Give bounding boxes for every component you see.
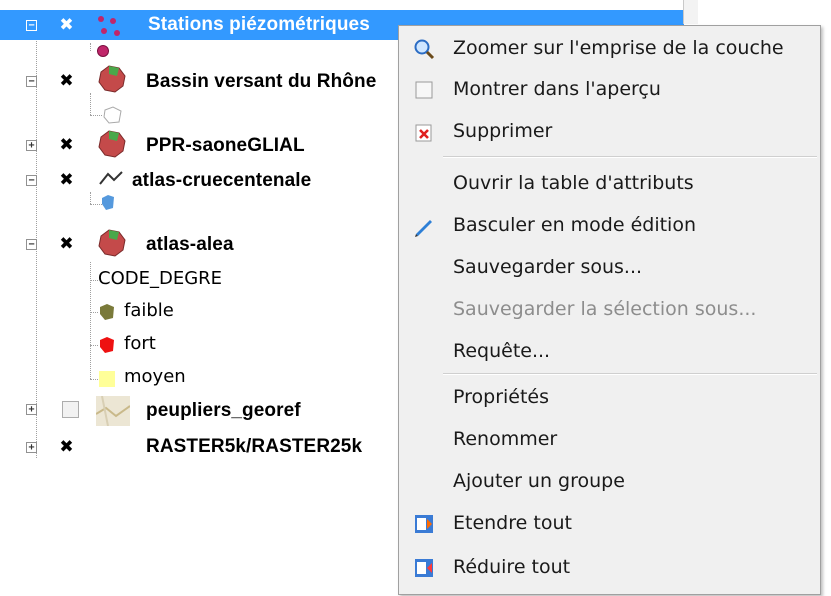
remove-icon [415, 124, 432, 142]
polygon-layer-icon [98, 130, 126, 158]
raster-layer-icon [96, 396, 130, 426]
menu-item-label: Sauvegarder sous... [453, 256, 643, 278]
polygon-layer-icon [98, 229, 126, 257]
menu-item-label: Etendre tout [453, 512, 572, 534]
menu-item-save-as[interactable]: Sauvegarder sous... [399, 248, 820, 286]
collapse-all-icon [415, 559, 433, 577]
menu-separator [443, 156, 817, 158]
menu-item-label: Renommer [453, 428, 558, 450]
layer-visibility-checkbox[interactable]: ✖ [58, 137, 75, 154]
menu-item-rename[interactable]: Renommer [399, 420, 820, 458]
menu-separator [443, 373, 817, 375]
layer-label: atlas-cruecentenale [132, 170, 312, 191]
collapse-toggle[interactable]: − [26, 20, 37, 31]
class-symbol-faible-icon [100, 304, 114, 320]
menu-item-label: Zoomer sur l'emprise de la couche [453, 37, 784, 59]
menu-item-expand-all[interactable]: Etendre tout [399, 504, 820, 542]
menu-item-label: Réduire tout [453, 556, 571, 578]
layer-visibility-checkbox[interactable]: ✖ [58, 17, 75, 34]
scrollbar[interactable] [683, 0, 698, 24]
layer-visibility-checkbox[interactable]: ✖ [58, 236, 75, 253]
layer-visibility-checkbox[interactable]: ✖ [58, 439, 75, 456]
tree-connector [90, 312, 98, 313]
tree-connector [90, 93, 91, 115]
layer-visibility-checkbox[interactable]: ✖ [58, 73, 75, 90]
expand-all-icon [415, 515, 433, 533]
layer-visibility-checkbox[interactable]: ✖ [58, 172, 75, 189]
menu-item-query[interactable]: Requête... [399, 332, 820, 370]
menu-item-show-in-overview[interactable]: Montrer dans l'aperçu [399, 70, 820, 108]
expand-toggle[interactable]: + [26, 404, 37, 415]
layer-label: Stations piézométriques [148, 14, 370, 35]
layer-label: RASTER5k/RASTER25k [146, 436, 363, 457]
class-symbol-moyen-icon [99, 371, 115, 387]
menu-item-add-group[interactable]: Ajouter un groupe [399, 462, 820, 500]
menu-item-remove[interactable]: Supprimer [399, 112, 820, 150]
tree-connector [90, 280, 98, 281]
tree-connector [90, 115, 102, 116]
tree-connector [90, 43, 91, 51]
line-layer-icon [99, 171, 123, 185]
menu-item-label: Sauvegarder la sélection sous... [453, 298, 757, 320]
checkbox-icon [415, 81, 433, 99]
collapse-toggle[interactable]: − [26, 239, 37, 250]
menu-item-toggle-editing[interactable]: Basculer en mode édition [399, 206, 820, 244]
menu-item-label: Basculer en mode édition [453, 214, 697, 236]
class-label: faible [124, 300, 174, 321]
polygon-outline-icon [103, 106, 122, 124]
class-symbol-fort-icon [100, 337, 114, 353]
layer-context-menu: Zoomer sur l'emprise de la couche Montre… [398, 25, 821, 595]
collapse-toggle[interactable]: − [26, 175, 37, 186]
menu-item-label: Requête... [453, 340, 551, 362]
menu-item-zoom-to-layer[interactable]: Zoomer sur l'emprise de la couche [399, 29, 820, 67]
classification-field-label: CODE_DEGRE [98, 268, 223, 289]
menu-item-label: Montrer dans l'aperçu [453, 78, 661, 100]
menu-item-collapse-all[interactable]: Réduire tout [399, 548, 820, 586]
point-layer-icon [98, 16, 120, 36]
expand-toggle[interactable]: + [26, 140, 37, 151]
layer-label: peupliers_georef [146, 400, 301, 421]
menu-item-label: Supprimer [453, 120, 553, 142]
tree-connector [90, 345, 98, 346]
expand-toggle[interactable]: + [26, 442, 37, 453]
menu-item-label: Ouvrir la table d'attributs [453, 172, 694, 194]
class-label: moyen [124, 366, 186, 387]
tree-connector [90, 379, 98, 380]
zoom-layer-icon [414, 39, 435, 60]
menu-item-label: Ajouter un groupe [453, 470, 625, 492]
layer-visibility-checkbox[interactable] [62, 401, 79, 418]
layer-label: Bassin versant du Rhône [146, 71, 377, 92]
layer-label: atlas-alea [146, 234, 234, 255]
menu-item-open-attribute-table[interactable]: Ouvrir la table d'attributs [399, 164, 820, 202]
class-label: fort [124, 333, 156, 354]
menu-item-properties[interactable]: Propriétés [399, 378, 820, 416]
layer-label: PPR-saoneGLIAL [146, 135, 305, 156]
menu-item-label: Propriétés [453, 386, 550, 408]
pencil-icon [415, 220, 432, 237]
point-symbol-icon [97, 45, 109, 57]
menu-item-save-selection-as[interactable]: Sauvegarder la sélection sous... [399, 290, 820, 328]
collapse-toggle[interactable]: − [26, 76, 37, 87]
tree-connector [90, 192, 91, 204]
polygon-layer-icon [98, 65, 126, 93]
polygon-symbol-icon [102, 195, 114, 210]
